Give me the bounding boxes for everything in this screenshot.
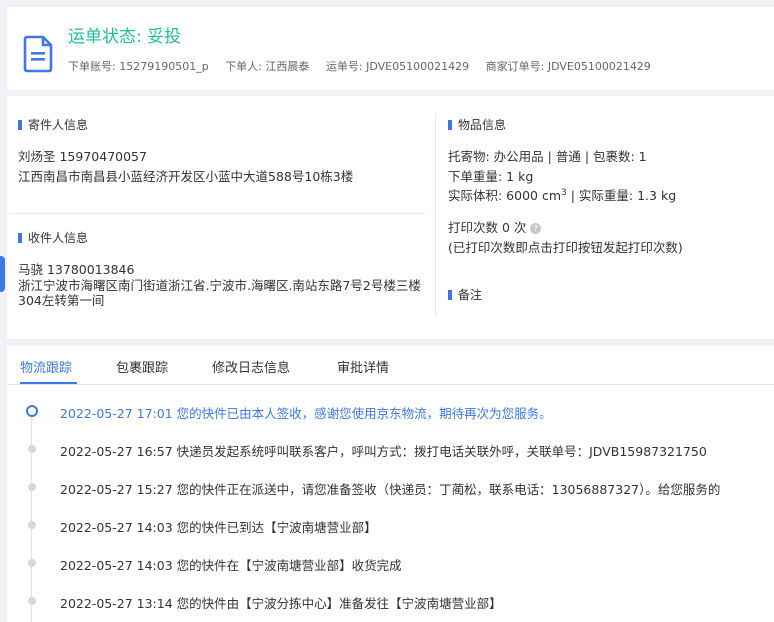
- receiver-info-title: 收件人信息: [18, 229, 88, 246]
- goods-type-count: 托寄物: 办公用品 | 普通 | 包裹数: 1: [448, 149, 647, 164]
- timeline-entry: 2022-05-27 15:27 您的快件正在派送中，请您准备签收（快递员：丁蔺…: [60, 482, 721, 497]
- section-marker: [18, 120, 22, 130]
- waybill-status-title: 运单状态: 妥投: [68, 27, 182, 47]
- goods-order-weight: 下单重量: 1 kg: [448, 169, 534, 184]
- timeline-entry: 2022-05-27 14:03 您的快件在【宁波南塘营业部】收货完成: [60, 558, 402, 573]
- tab-approval-details[interactable]: 审批详情: [337, 357, 389, 376]
- timeline-dot: [28, 521, 36, 529]
- meta-order-account: 下单账号: 15279190501_p: [68, 60, 209, 73]
- waybill-header-card: 运单状态: 妥投 下单账号: 15279190501_p 下单人: 江西晨泰 运…: [7, 7, 774, 90]
- sender-address: 江西南昌市南昌县小蓝经济开发区小蓝中大道588号10栋3楼: [18, 169, 354, 184]
- timeline-line: [31, 410, 32, 622]
- timeline-dot: [28, 559, 36, 567]
- timeline-entry: 2022-05-27 17:01 您的快件已由本人签收，感谢您使用京东物流，期待…: [60, 406, 552, 421]
- section-marker: [448, 290, 452, 300]
- section-marker: [18, 233, 22, 243]
- goods-volume-weight: 实际体积: 6000 cm3 | 实际重量: 1.3 kg: [448, 187, 677, 203]
- section-marker: [448, 120, 452, 130]
- sender-info-title: 寄件人信息: [18, 116, 88, 133]
- side-drawer-handle[interactable]: [0, 256, 5, 292]
- divider: [10, 213, 425, 214]
- receiver-name-phone: 马骁 13780013846: [18, 262, 135, 277]
- print-count: 打印次数 0 次?: [448, 217, 542, 236]
- goods-info-title: 物品信息: [448, 116, 506, 133]
- remark-title: 备注: [448, 286, 482, 303]
- meta-waybill-number: 运单号: JDVE05100021429: [325, 60, 470, 73]
- timeline-dot: [28, 445, 36, 453]
- divider: [435, 114, 436, 316]
- sender-name-phone: 刘炀圣 15970470057: [18, 149, 147, 164]
- tracking-card: 物流跟踪 包裹跟踪 修改日志信息 审批详情 2022-05-27 17:01 您…: [7, 346, 774, 622]
- timeline-dot: [28, 483, 36, 491]
- timeline-dot: [28, 597, 36, 605]
- print-count-note: (已打印次数即点击打印按钮发起打印次数): [448, 240, 683, 255]
- receiver-address: 浙江宁波市海曙区南门街道浙江省.宁波市.海曙区.南站东路7号2号楼三楼304左转…: [18, 278, 421, 308]
- waybill-meta: 下单账号: 15279190501_p 下单人: 江西晨泰 运单号: JDVE0…: [68, 58, 664, 74]
- shipment-info-card: 寄件人信息 刘炀圣 15970470057 江西南昌市南昌县小蓝经济开发区小蓝中…: [7, 96, 774, 339]
- timeline-entry: 2022-05-27 13:14 您的快件由【宁波分拣中心】准备发往【宁波南塘营…: [60, 596, 502, 611]
- active-tab-indicator: [20, 382, 77, 384]
- tracking-tabs: 物流跟踪 包裹跟踪 修改日志信息 审批详情: [7, 346, 774, 385]
- meta-merchant-order-number: 商家订单号: JDVE05100021429: [485, 60, 651, 73]
- timeline-entry: 2022-05-27 16:57 快递员发起系统呼叫联系客户，呼叫方式：拨打电话…: [60, 444, 707, 459]
- timeline-dot-current: [26, 405, 38, 417]
- tab-package-tracking[interactable]: 包裹跟踪: [116, 357, 168, 376]
- timeline-entry: 2022-05-27 14:03 您的快件已到达【宁波南塘营业部】: [60, 520, 377, 535]
- help-icon[interactable]: ?: [530, 223, 542, 234]
- document-icon: [23, 35, 53, 73]
- tab-change-log[interactable]: 修改日志信息: [212, 357, 290, 376]
- tab-logistics-tracking[interactable]: 物流跟踪: [20, 357, 72, 376]
- meta-orderer: 下单人: 江西晨泰: [225, 60, 310, 73]
